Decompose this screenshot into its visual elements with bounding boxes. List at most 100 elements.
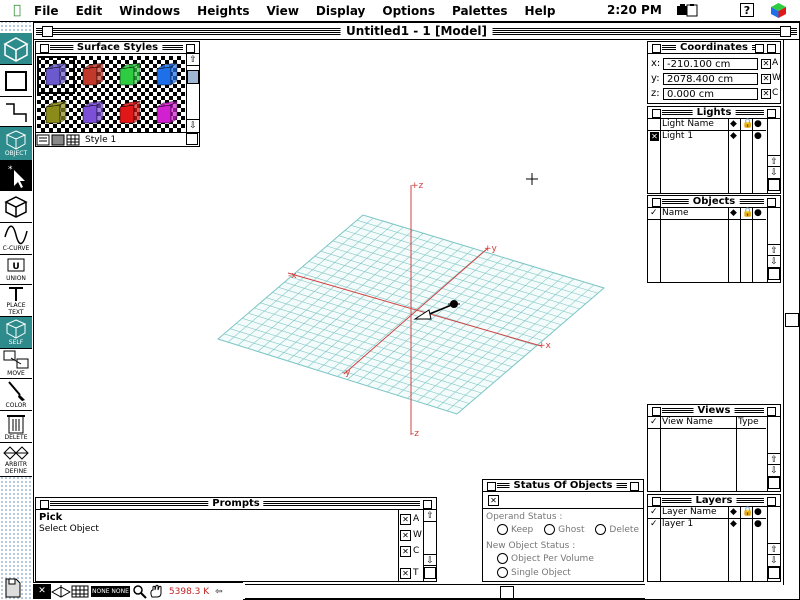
radio-ghost[interactable]: Ghost [544, 524, 585, 535]
union-tool[interactable]: U UNION [0, 255, 32, 285]
model-window-titlebar[interactable]: Untitled1 - 1 [Model] [34, 23, 799, 40]
zoom-box[interactable] [780, 26, 791, 37]
apple-icon[interactable]:  [0, 3, 34, 18]
surface-styles-titlebar[interactable]: Surface Styles [36, 42, 199, 54]
coord-value-field[interactable]: -210.100 cm [663, 58, 758, 70]
hand-icon[interactable] [148, 584, 166, 599]
palette-close-box[interactable] [652, 109, 661, 118]
prompt-flag-checkbox[interactable]: ✕ [400, 530, 411, 541]
app-icon[interactable] [770, 2, 787, 19]
close-x-icon[interactable]: ✕ [33, 584, 51, 599]
palette-zoom-box[interactable] [767, 198, 776, 207]
left-arrow-icon[interactable]: ⇦ [215, 587, 223, 597]
palette-zoom-box[interactable] [767, 109, 776, 118]
main-scroll-thumb-h[interactable] [500, 586, 514, 599]
self-tool[interactable]: SELF [0, 317, 32, 349]
scroll-down-arrow[interactable]: ⇩ [768, 555, 780, 567]
rectangle-tool[interactable] [0, 65, 32, 97]
prompt-flag-checkbox[interactable]: ✕ [400, 568, 411, 579]
views-titlebar[interactable]: Views [648, 405, 780, 417]
scroll-down-arrow[interactable]: ⇩ [187, 119, 199, 131]
status-objects-titlebar[interactable]: Status Of Objects [483, 480, 643, 492]
object-tool[interactable]: OBJECT [0, 127, 32, 161]
scroll-up-arrow[interactable]: ⇧ [768, 244, 780, 256]
menu-display[interactable]: Display [316, 4, 365, 18]
menu-palettes[interactable]: Palettes [452, 4, 508, 18]
palette-close-box[interactable] [652, 497, 661, 506]
menu-options[interactable]: Options [382, 4, 435, 18]
scroll-up-arrow[interactable]: ⇧ [768, 155, 780, 167]
objects-scrollbar[interactable]: ⇧ ⇩ [767, 208, 780, 282]
color-tool[interactable]: COLOR [0, 379, 32, 411]
close-box[interactable] [42, 26, 53, 37]
main-scrollbar-v[interactable] [783, 40, 799, 585]
scroll-up-arrow[interactable]: ⇧ [768, 543, 780, 555]
menu-file[interactable]: File [34, 4, 59, 18]
palette-zoom-box[interactable] [767, 497, 776, 506]
radio-single-object[interactable]: Single Object [497, 567, 571, 578]
coord-lock-checkbox[interactable]: ✕ [761, 59, 771, 69]
scroll-up-arrow[interactable]: ⇧ [187, 54, 199, 66]
help-icon[interactable]: ? [740, 3, 754, 17]
surface-swatch[interactable] [113, 96, 147, 130]
coord-lock-checkbox[interactable]: ✕ [761, 74, 771, 84]
menu-help[interactable]: Help [525, 4, 556, 18]
style-mode-icons[interactable] [36, 134, 82, 146]
radio-keep[interactable]: Keep [497, 524, 533, 535]
lights-scrollbar[interactable]: ⇧ ⇩ [767, 119, 780, 193]
coord-value-field[interactable]: 0.000 cm [663, 88, 758, 100]
surface-swatch[interactable] [150, 96, 184, 130]
move-tool[interactable]: MOVE [0, 349, 32, 379]
surface-swatch[interactable] [113, 58, 147, 92]
scroll-up-arrow[interactable]: ⇧ [768, 453, 780, 465]
surface-swatch[interactable] [150, 58, 184, 92]
palette-grow-box[interactable] [768, 477, 780, 489]
palette-close-box[interactable] [652, 198, 661, 207]
palette-close-box[interactable] [40, 44, 49, 53]
main-scrollbar-h[interactable] [245, 584, 645, 599]
cube-tool[interactable] [0, 33, 32, 65]
palette-close-box[interactable] [652, 44, 661, 53]
scroll-down-arrow[interactable]: ⇩ [768, 167, 780, 179]
views-scrollbar[interactable]: ⇧ ⇩ [767, 417, 780, 491]
menu-view[interactable]: View [266, 4, 298, 18]
light-toggle-checkbox[interactable]: ✕ [650, 132, 659, 141]
pointer-tool[interactable]: * [0, 161, 32, 191]
prompts-titlebar[interactable]: Prompts [36, 498, 436, 510]
coord-lock-checkbox[interactable]: ✕ [761, 89, 771, 99]
objects-titlebar[interactable]: Objects [648, 196, 780, 208]
main-scroll-thumb[interactable] [785, 313, 799, 327]
prompt-flag-checkbox[interactable]: ✕ [400, 546, 411, 557]
palette-zoom-box[interactable] [186, 44, 195, 53]
prompts-scrollbar[interactable]: ⇧ ⇩ [423, 510, 436, 581]
mode-indicator[interactable]: NONE NONE [91, 586, 130, 597]
layers-titlebar[interactable]: Layers [648, 495, 780, 507]
surface-swatch[interactable] [37, 56, 75, 94]
radio-delete[interactable]: Delete [595, 524, 639, 535]
palette-grow-box[interactable] [768, 179, 780, 191]
palette-close-box[interactable] [40, 500, 49, 509]
grid-icon[interactable] [71, 584, 89, 599]
disk-icon[interactable] [4, 578, 22, 598]
scroll-down-arrow[interactable]: ⇩ [768, 256, 780, 268]
coordinates-titlebar[interactable]: Coordinates [648, 42, 780, 54]
scroll-down-arrow[interactable]: ⇩ [424, 554, 436, 566]
palette-collapse-box[interactable] [755, 44, 764, 53]
palette-close-box[interactable] [652, 407, 661, 416]
coord-value-field[interactable]: 2078.400 cm [663, 73, 758, 85]
radio-object-per-volume[interactable]: Object Per Volume [497, 553, 594, 564]
layers-scrollbar[interactable]: ⇧ ⇩ [767, 507, 780, 581]
menu-windows[interactable]: Windows [119, 4, 180, 18]
scroll-down-arrow[interactable]: ⇩ [768, 465, 780, 477]
palette-grow-box[interactable] [768, 268, 780, 280]
cube-wire-tool[interactable] [0, 191, 32, 223]
menu-edit[interactable]: Edit [76, 4, 103, 18]
prompt-flag-checkbox[interactable]: ✕ [400, 514, 411, 525]
surface-swatch[interactable] [76, 58, 110, 92]
palette-collapse-box[interactable] [630, 482, 639, 491]
palette-zoom-box[interactable] [767, 407, 776, 416]
palette-grow-box[interactable] [768, 567, 780, 579]
menu-heights[interactable]: Heights [197, 4, 249, 18]
delete-tool[interactable]: DELETE [0, 411, 32, 443]
lights-titlebar[interactable]: Lights [648, 107, 780, 119]
